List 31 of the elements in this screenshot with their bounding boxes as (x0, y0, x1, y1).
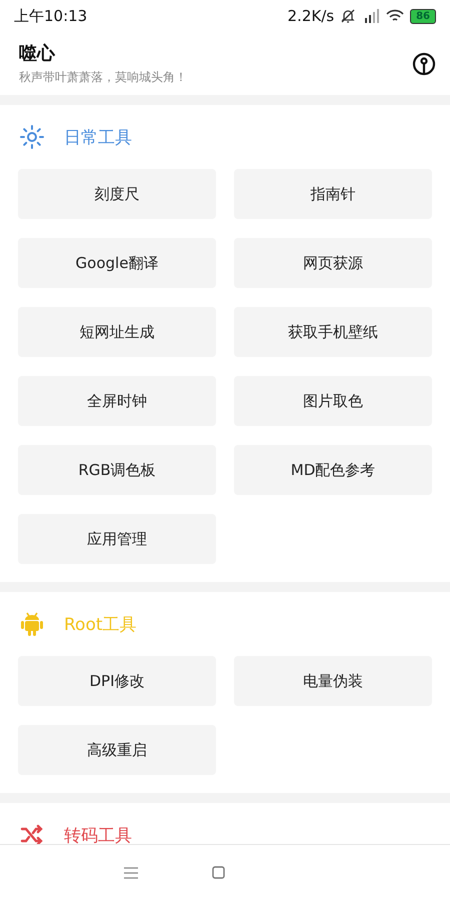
info-icon[interactable] (412, 52, 436, 76)
tool-button[interactable]: 短网址生成 (18, 307, 216, 357)
battery-level: 86 (410, 8, 436, 24)
tool-button[interactable]: 图片取色 (234, 376, 432, 426)
section-title: 转码工具 (64, 824, 132, 844)
home-icon[interactable] (212, 866, 225, 879)
tool-button[interactable]: 电量伪装 (234, 656, 432, 706)
tool-button[interactable]: RGB调色板 (18, 445, 216, 495)
tool-button[interactable]: MD配色参考 (234, 445, 432, 495)
tool-button[interactable]: 应用管理 (18, 514, 216, 564)
shuffle-icon (20, 824, 44, 844)
android-icon (20, 611, 44, 637)
signal-icon (362, 9, 380, 23)
tool-button[interactable]: DPI修改 (18, 656, 216, 706)
app-title: 噬心 (19, 42, 56, 65)
app-subtitle: 秋声带叶萧萧落，莫响城头角！ (19, 69, 187, 86)
menu-icon[interactable] (124, 866, 138, 878)
wifi-icon (386, 9, 404, 23)
clock-time: 上午10:13 (14, 6, 88, 26)
tool-button[interactable]: Google翻译 (18, 238, 216, 288)
tool-button[interactable]: 刻度尺 (18, 169, 216, 219)
sun-icon (20, 125, 44, 149)
section-title: 日常工具 (64, 126, 132, 148)
tool-button[interactable]: 网页获源 (234, 238, 432, 288)
muted-bell-icon (340, 8, 356, 24)
tool-button[interactable]: 高级重启 (18, 725, 216, 775)
network-speed: 2.2K/s (288, 7, 334, 25)
tool-button[interactable]: 获取手机壁纸 (234, 307, 432, 357)
tool-button[interactable]: 指南针 (234, 169, 432, 219)
tool-button[interactable]: 全屏时钟 (18, 376, 216, 426)
section-title: Root工具 (64, 614, 137, 636)
